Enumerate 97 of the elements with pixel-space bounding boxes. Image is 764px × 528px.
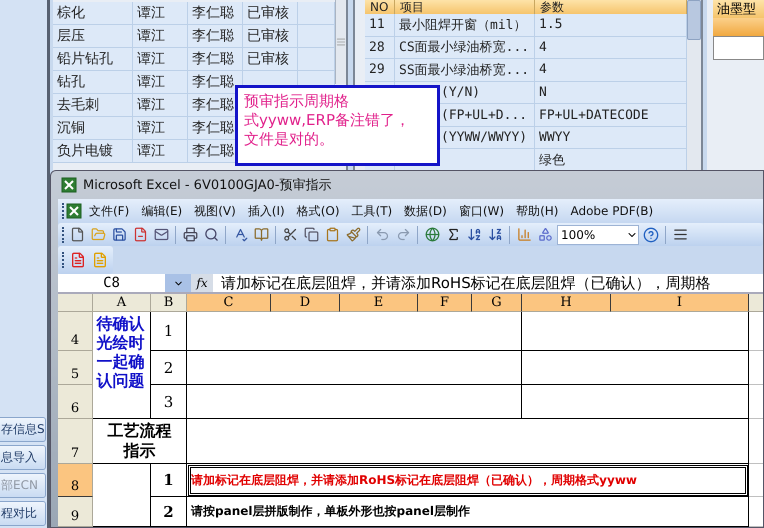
row-number: 29 xyxy=(369,62,385,78)
panel-field xyxy=(713,36,764,60)
menu-item[interactable]: 窗口(W) xyxy=(452,202,510,220)
table-cell: 1 xyxy=(151,312,187,351)
parameter-name: 最小阻焊开窗（mil） xyxy=(399,16,526,34)
selected-row-bar xyxy=(713,18,764,36)
table-cell: 3 xyxy=(151,385,187,419)
parameter-value: 1.5 xyxy=(539,17,562,32)
format-painter-icon[interactable] xyxy=(344,226,362,244)
hyperlink-globe-icon[interactable] xyxy=(423,226,441,244)
formula-field[interactable]: 请加标记在底层阻焊，并请添加RoHS标记在底层阻焊（已确认），周期格 xyxy=(213,274,763,292)
parameter-value: 4 xyxy=(539,62,547,78)
scrollbar[interactable] xyxy=(687,0,701,172)
row-number: 11 xyxy=(369,17,385,32)
reviewer-cell: 李仁聪 xyxy=(188,25,243,47)
workbook-icon[interactable] xyxy=(65,202,83,220)
engineer-cell: 谭江 xyxy=(133,71,188,93)
window-title: Microsoft Excel - 6V0100GJA0-预审指示 xyxy=(83,177,332,194)
row-header[interactable]: 7 xyxy=(58,419,93,464)
grip-icon xyxy=(336,37,346,47)
parameter-name: (YYWW/WWYY) xyxy=(441,130,528,146)
scrollbar-thumb[interactable] xyxy=(687,0,701,40)
name-box[interactable]: C8 xyxy=(58,274,165,292)
engineer-cell: 谭江 xyxy=(133,140,188,162)
table-cell: 工艺流程指示 xyxy=(93,419,187,464)
engineer-cell: 谭江 xyxy=(133,25,188,47)
spreadsheet-app-icon xyxy=(66,203,82,220)
spreadsheet-app-icon xyxy=(61,177,77,193)
zoom-dropdown[interactable]: 100% xyxy=(557,224,639,245)
menu-item[interactable]: 帮助(H) xyxy=(510,202,564,220)
engineer-cell: 谭江 xyxy=(133,117,188,139)
process-cell: 负片电镀 xyxy=(53,140,133,162)
scrollbar[interactable] xyxy=(335,0,346,84)
parameter-name: (Y/N) xyxy=(441,85,480,100)
side-panel-button[interactable]: 息导入 xyxy=(0,445,46,470)
status-cell: 已审核 xyxy=(243,25,298,47)
parameter-value: N xyxy=(539,85,547,100)
parameter-name: SS面最小绿油桥宽... xyxy=(399,62,530,79)
side-panel-button[interactable]: 程对比 xyxy=(0,501,46,526)
reviewer-cell: 李仁聪 xyxy=(188,48,243,70)
menu-item[interactable]: 数据(D) xyxy=(398,202,453,220)
menu-item[interactable]: 工具(T) xyxy=(346,202,398,220)
column-header[interactable]: H xyxy=(522,294,611,312)
parameter-value: 4 xyxy=(539,40,547,55)
status-cell: 已审核 xyxy=(243,2,298,24)
table-cell: 待确认光绘时一起确认问题 xyxy=(93,312,151,419)
engineer-cell: 谭江 xyxy=(133,48,188,70)
column-header[interactable]: D xyxy=(271,294,340,312)
parameter-name: (FP+UL+D... xyxy=(441,108,528,123)
column-header[interactable]: F xyxy=(418,294,472,312)
menu-item[interactable]: 格式(O) xyxy=(290,202,346,220)
row-header[interactable]: 8 xyxy=(58,464,93,497)
process-cell: 去毛刺 xyxy=(53,94,133,116)
status-cell: 已审核 xyxy=(243,48,298,70)
row-header[interactable]: 6 xyxy=(58,385,93,419)
process-cell: 棕化 xyxy=(53,2,133,24)
engineer-cell: 谭江 xyxy=(133,94,188,116)
parameter-value: FP+UL+DATECODE xyxy=(539,108,649,123)
process-cell: 钻孔 xyxy=(53,71,133,93)
comment-note: 预审指示周期格 式yyww,ERP备注错了， 文件是对的。 xyxy=(235,85,440,166)
row-header[interactable]: 4 xyxy=(58,312,93,351)
reviewer-cell: 李仁聪 xyxy=(188,2,243,24)
table-cell[interactable]: 请加标记在底层阻焊，并请添加RoHS标记在底层阻焊（已确认），周期格式yyww xyxy=(187,464,749,497)
parameter-name: CS面最小绿油桥宽... xyxy=(399,39,530,56)
table-cell xyxy=(93,464,151,527)
process-cell: 层压 xyxy=(53,25,133,47)
process-cell: 铅片钻孔 xyxy=(53,48,133,70)
table-cell: 1 xyxy=(151,464,187,497)
table-cell[interactable]: 请按panel层拼版制作，单板外形也按panel层制作 xyxy=(187,497,749,527)
column-header[interactable]: G xyxy=(472,294,522,312)
column-header[interactable]: B xyxy=(151,294,187,312)
process-cell: 沉铜 xyxy=(53,117,133,139)
print-icon[interactable] xyxy=(181,226,199,244)
parameter-value: 绿色 xyxy=(539,152,565,170)
column-header[interactable]: I xyxy=(611,294,749,312)
parameter-value: WWYY xyxy=(539,130,570,146)
menu-item[interactable]: 文件(F) xyxy=(83,202,136,220)
table-cell: 2 xyxy=(151,351,187,385)
menu-item[interactable]: Adobe PDF(B) xyxy=(564,204,660,218)
cut-icon[interactable] xyxy=(281,226,299,244)
menu-item[interactable]: 插入(I) xyxy=(242,202,291,220)
row-header[interactable]: 5 xyxy=(58,351,93,385)
column-header[interactable]: C xyxy=(187,294,271,312)
side-panel-button[interactable]: 存信息S xyxy=(0,417,46,442)
table-cell: 2 xyxy=(151,497,187,527)
copy-icon[interactable] xyxy=(302,226,320,244)
menu-item[interactable]: 视图(V) xyxy=(188,202,242,220)
menu-item[interactable]: 编辑(E) xyxy=(135,202,188,220)
row-header[interactable]: 9 xyxy=(58,497,93,527)
help-icon[interactable] xyxy=(642,226,660,244)
row-number: 28 xyxy=(369,40,385,55)
pdf-icon[interactable] xyxy=(69,251,87,269)
engineer-cell: 谭江 xyxy=(133,2,188,24)
column-header[interactable]: E xyxy=(340,294,418,312)
column-header[interactable]: A xyxy=(93,294,151,312)
column-header: 油墨型 xyxy=(713,0,764,18)
function-button[interactable]: fx xyxy=(191,276,213,290)
